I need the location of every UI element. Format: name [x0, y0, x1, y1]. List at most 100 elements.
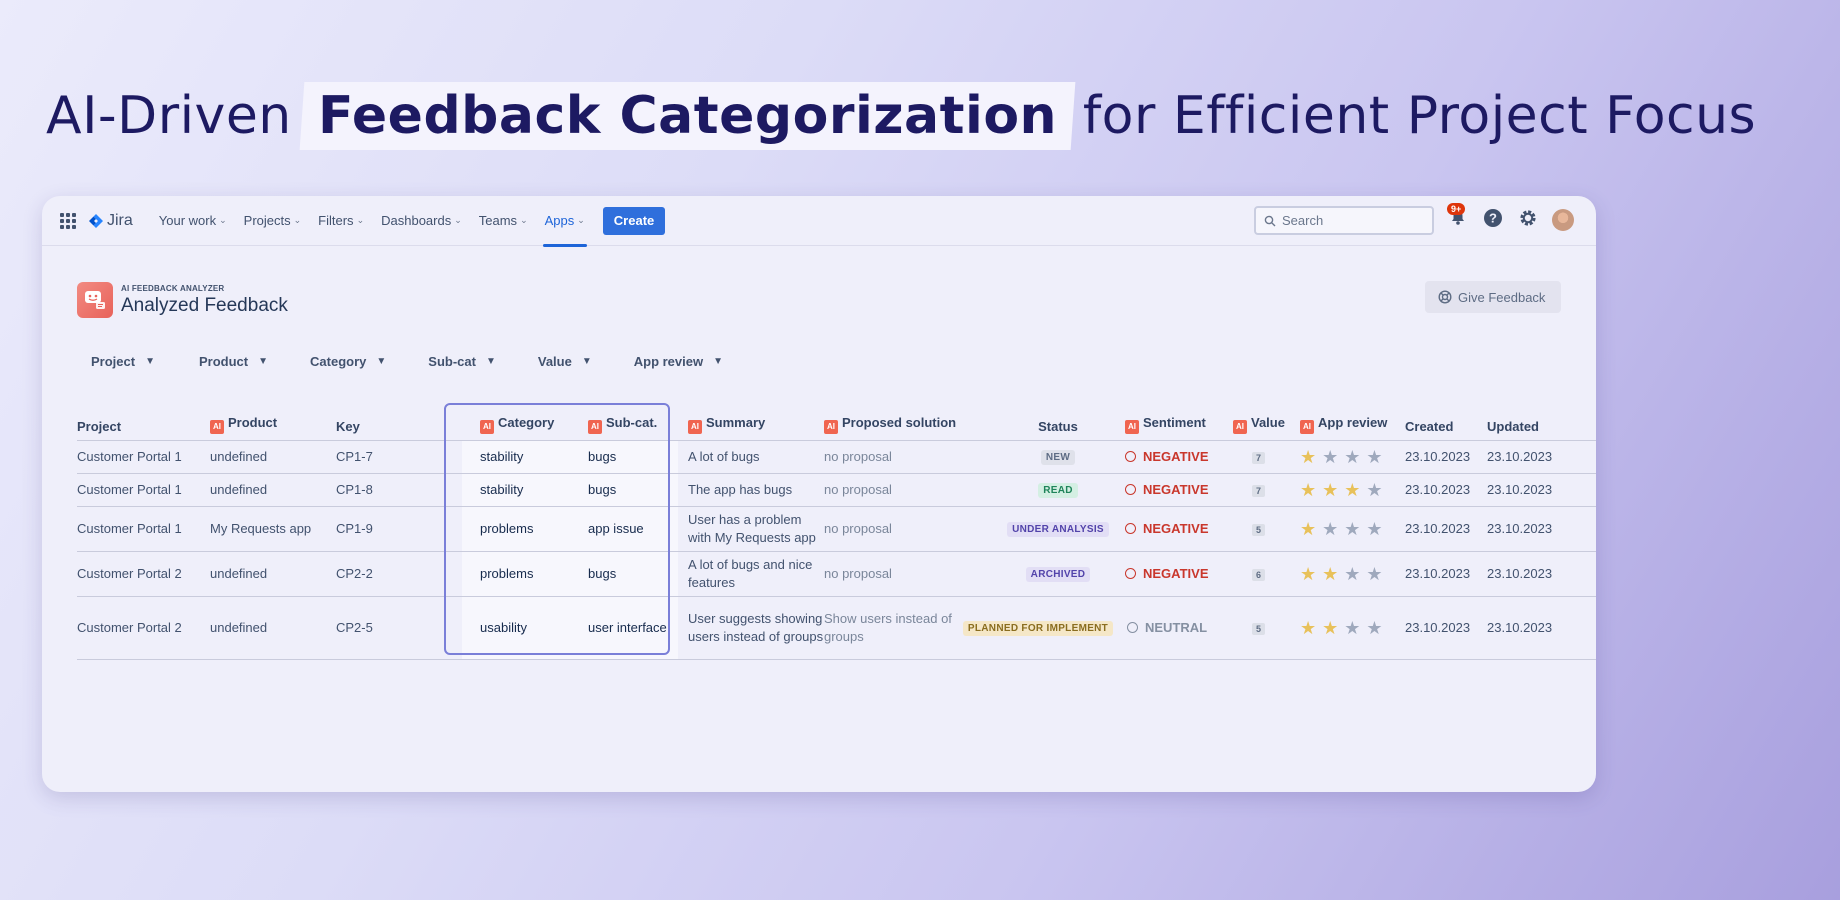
sad-face-icon: [1125, 523, 1136, 534]
ai-icon: AI: [1233, 419, 1247, 434]
nav-dashboards[interactable]: Dashboards ⌄: [381, 196, 462, 246]
value-badge: 5: [1252, 524, 1266, 536]
cell-project: Customer Portal 2: [77, 551, 210, 597]
rating-stars: ★ ★ ★ ★: [1300, 520, 1405, 538]
ai-icon: AI: [688, 419, 702, 434]
nav-your-work[interactable]: Your work ⌄: [159, 196, 227, 246]
cell-key[interactable]: CP1-7: [336, 440, 462, 474]
status-badge: PLANNED FOR IMPLEMENT: [962, 621, 1114, 636]
star-icon: ★: [1344, 617, 1361, 638]
give-feedback-button[interactable]: Give Feedback: [1425, 281, 1562, 313]
search-icon: [1264, 215, 1276, 226]
filter-subcat[interactable]: Sub-cat ▼: [428, 354, 496, 369]
cell-category: usability: [462, 596, 570, 660]
neutral-face-icon: [1127, 622, 1138, 633]
filter-value[interactable]: Value ▼: [538, 354, 592, 369]
filter-category-label: Category: [310, 354, 367, 369]
star-icon: ★: [1366, 617, 1383, 638]
nav-apps[interactable]: Apps ⌄: [542, 196, 587, 247]
star-icon: ★: [1322, 617, 1339, 638]
jira-logo[interactable]: Jira: [88, 212, 133, 230]
settings-button[interactable]: [1518, 208, 1538, 228]
nav-your-work-label: Your work: [158, 213, 217, 228]
help-button[interactable]: ?: [1483, 208, 1503, 228]
filter-product[interactable]: Product ▼: [199, 354, 268, 369]
star-icon: ★: [1344, 518, 1361, 539]
status-badge: ARCHIVED: [1025, 567, 1091, 582]
filter-bar: Project ▼ Product ▼ Category ▼ Sub-cat ▼ Val…: [91, 354, 723, 369]
cell-proposed-solution: no proposal: [824, 551, 959, 597]
ai-icon: AI: [1300, 419, 1314, 434]
page-title: Analyzed Feedback: [121, 294, 288, 316]
nav-teams[interactable]: Teams ⌄: [479, 196, 528, 246]
filter-project[interactable]: Project ▼: [91, 354, 155, 369]
cell-subcat: app issue: [570, 506, 678, 552]
search-box[interactable]: [1254, 206, 1434, 235]
col-header-key[interactable]: Key: [336, 408, 462, 441]
sentiment-label: NEGATIVE: [1143, 482, 1209, 497]
star-icon: ★: [1300, 518, 1317, 539]
filter-app-review[interactable]: App review ▼: [634, 354, 723, 369]
filter-category[interactable]: Category ▼: [310, 354, 386, 369]
cell-key[interactable]: CP2-5: [336, 596, 462, 660]
cell-category: stability: [462, 473, 570, 507]
nav-projects[interactable]: Projects ⌄: [244, 196, 302, 246]
filter-subcat-label: Sub-cat: [428, 354, 476, 369]
create-button[interactable]: Create: [602, 206, 666, 235]
cell-subcat: bugs: [570, 473, 678, 507]
cell-summary: User has a problem with My Requests app: [678, 506, 824, 552]
table-row[interactable]: Customer Portal 2 undefined CP2-5 usabil…: [77, 596, 1596, 660]
col-header-subcat[interactable]: AI Sub-cat.: [570, 408, 678, 441]
col-header-sentiment[interactable]: AI Sentiment: [1117, 408, 1225, 441]
filter-app-review-label: App review: [633, 354, 704, 369]
chevron-down-icon: ⌄: [356, 215, 365, 225]
chevron-down-icon: ▼: [485, 356, 496, 367]
col-header-value[interactable]: AI Value: [1225, 408, 1300, 441]
sentiment-badge: NEGATIVE: [1125, 449, 1225, 464]
col-header-project[interactable]: Project: [77, 408, 210, 441]
star-icon: ★: [1322, 563, 1339, 584]
nav-filters[interactable]: Filters ⌄: [318, 196, 364, 246]
star-icon: ★: [1344, 446, 1361, 467]
star-icon: ★: [1300, 617, 1317, 638]
col-header-updated[interactable]: Updated: [1487, 408, 1596, 441]
col-header-created[interactable]: Created: [1405, 408, 1487, 441]
chevron-down-icon: ⌄: [293, 215, 302, 225]
headline-prefix: AI-Driven: [46, 86, 292, 146]
cell-key[interactable]: CP1-8: [336, 473, 462, 507]
chevron-down-icon: ⌄: [219, 215, 227, 225]
cell-updated: 23.10.2023: [1487, 506, 1596, 552]
user-avatar[interactable]: [1552, 209, 1574, 231]
col-header-app-review[interactable]: AI App review: [1300, 408, 1405, 441]
search-input[interactable]: [1282, 213, 1422, 228]
table-row[interactable]: Customer Portal 2 undefined CP2-2 proble…: [77, 551, 1596, 597]
sad-face-icon: [1125, 568, 1136, 579]
cell-key[interactable]: CP2-2: [336, 551, 462, 597]
star-icon: ★: [1344, 563, 1361, 584]
col-header-status[interactable]: Status: [959, 408, 1117, 441]
star-icon: ★: [1366, 479, 1383, 500]
star-icon: ★: [1344, 479, 1361, 500]
col-header-proposed-solution[interactable]: AI Proposed solution: [824, 408, 959, 441]
headline: AI-Driven Feedback Categorization for Ef…: [46, 82, 1756, 150]
value-badge: 5: [1252, 623, 1266, 635]
sentiment-label: NEGATIVE: [1143, 521, 1209, 536]
table-row[interactable]: Customer Portal 1 undefined CP1-7 stabil…: [77, 440, 1596, 474]
headline-suffix: for Efficient Project Focus: [1082, 86, 1757, 146]
cell-product: undefined: [210, 551, 336, 597]
cell-key[interactable]: CP1-9: [336, 506, 462, 552]
col-header-category[interactable]: AI Category: [462, 408, 570, 441]
table-row[interactable]: Customer Portal 1 undefined CP1-8 stabil…: [77, 473, 1596, 507]
value-badge: 6: [1252, 569, 1266, 581]
table-row[interactable]: Customer Portal 1 My Requests app CP1-9 …: [77, 506, 1596, 552]
cell-project: Customer Portal 2: [77, 596, 210, 660]
filter-value-label: Value: [537, 354, 572, 369]
sad-face-icon: [1125, 451, 1136, 462]
app-switcher-icon[interactable]: [60, 212, 76, 229]
gear-icon: [1520, 210, 1536, 226]
chevron-down-icon: ▼: [258, 356, 269, 367]
cell-created: 23.10.2023: [1405, 551, 1487, 597]
cell-subcat: user interface: [570, 596, 678, 660]
col-header-summary[interactable]: AI Summary: [678, 408, 824, 441]
col-header-product[interactable]: AI Product: [210, 408, 336, 441]
